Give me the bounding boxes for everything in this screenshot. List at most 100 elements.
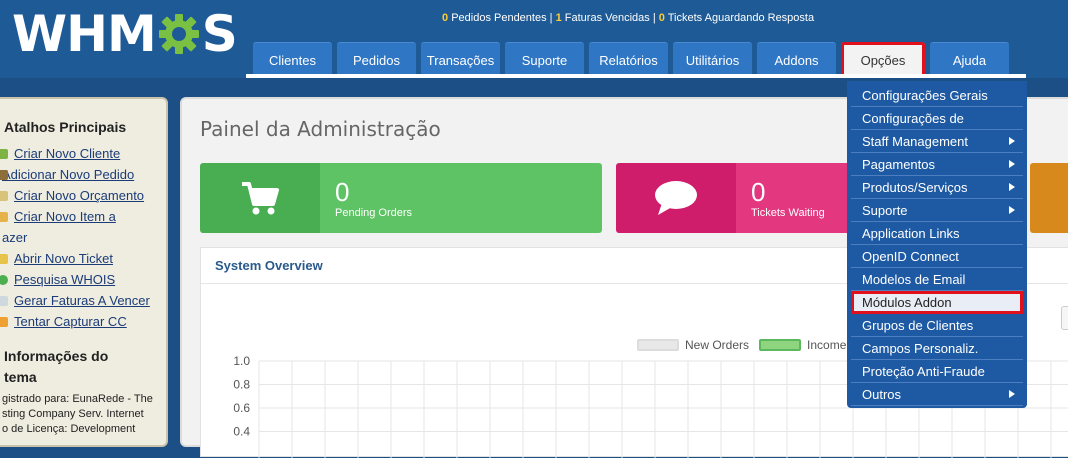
pending-orders-count[interactable]: 0 xyxy=(442,12,448,24)
menu-item-label: Módulos Addon xyxy=(862,295,952,310)
menu-item-application-links[interactable]: Application Links xyxy=(851,222,1023,245)
ticket-icon xyxy=(0,254,8,264)
shortcut-label: Tentar Capturar CC xyxy=(14,314,127,329)
shortcut-label: Criar Novo Cliente xyxy=(14,146,121,161)
pending-orders-text: 0 Pending Orders xyxy=(320,163,602,233)
menu-item-suporte[interactable]: Suporte xyxy=(851,199,1023,222)
shortcut-new-client[interactable]: Criar Novo Cliente xyxy=(0,143,166,164)
shortcut-label: Gerar Faturas A Vencer xyxy=(14,293,150,308)
menu-item-label: OpenID Connect xyxy=(862,248,959,264)
tab-utilitarios[interactable]: Utilitários xyxy=(673,42,752,78)
pending-orders-card[interactable]: 0 Pending Orders xyxy=(200,163,602,233)
tickets-awaiting-link[interactable]: Tickets Aguardando Resposta xyxy=(668,12,814,24)
pending-orders-value: 0 xyxy=(335,177,350,207)
tickets-waiting-card[interactable]: 0 Tickets Waiting xyxy=(616,163,876,233)
shortcut-whois[interactable]: Pesquisa WHOIS xyxy=(0,269,166,290)
shortcut-new-order[interactable]: Adicionar Novo Pedido xyxy=(0,164,166,185)
options-dropdown-menu: Configurações Gerais Configurações de Staf… xyxy=(847,81,1027,408)
quote-icon xyxy=(0,191,8,201)
invoice-icon xyxy=(0,296,8,306)
menu-item-label: Modelos de Email xyxy=(862,271,966,287)
tab-addons[interactable]: Addons xyxy=(757,42,836,78)
menu-item-campos-personaliz[interactable]: Campos Personaliz. xyxy=(851,337,1023,360)
submenu-arrow-icon xyxy=(1009,137,1015,145)
y-tick-label: 0.6 xyxy=(233,401,250,415)
third-stat-card[interactable] xyxy=(1030,163,1068,233)
user-add-icon xyxy=(0,149,8,159)
shortcut-new-ticket[interactable]: Abrir Novo Ticket xyxy=(0,248,166,269)
shortcut-label: Adicionar Novo Pedido xyxy=(2,167,135,182)
sidebar: Atalhos Principais Criar Novo Cliente Ad… xyxy=(0,97,168,447)
pending-orders-link[interactable]: Pedidos Pendentes xyxy=(451,12,546,24)
menu-item-label: Grupos de Clientes xyxy=(862,317,974,333)
shortcut-new-quote[interactable]: Criar Novo Orçamento xyxy=(0,185,166,206)
separator: | xyxy=(652,12,656,24)
menu-item-staff-management[interactable]: Staff Management xyxy=(851,130,1023,153)
system-info: gistrado para: EunaRede - The sting Comp… xyxy=(2,392,166,437)
cart-icon-zone xyxy=(200,163,320,233)
menu-item-modelos-de-email[interactable]: Modelos de Email xyxy=(851,268,1023,291)
shopping-cart-icon xyxy=(242,182,279,215)
tickets-count[interactable]: 0 xyxy=(659,12,665,24)
menu-item-outros[interactable]: Outros xyxy=(851,383,1023,406)
menu-item-label: Suporte xyxy=(862,202,908,218)
menu-item-modulos-addon[interactable]: Módulos Addon xyxy=(851,291,1023,314)
tab-opcoes[interactable]: Opções xyxy=(841,42,925,78)
y-tick-label: 0.8 xyxy=(233,378,250,392)
menu-item-label: Pagamentos xyxy=(862,156,935,172)
shortcut-generate-invoices[interactable]: Gerar Faturas A Vencer xyxy=(0,290,166,311)
info-title-line1: Informações do xyxy=(4,348,109,364)
shortcut-capture-cc[interactable]: Tentar Capturar CC xyxy=(0,311,166,332)
shortcut-label: Abrir Novo Ticket xyxy=(14,251,113,266)
menu-item-label: Produtos/Serviços xyxy=(862,179,968,195)
menu-item-protecao-anti-fraude[interactable]: Proteção Anti-Fraude xyxy=(851,360,1023,383)
header: WHM S 0 Pedidos Pendentes | 1 Faturas Ve… xyxy=(0,0,1068,78)
menu-item-grupos-de-clientes[interactable]: Grupos de Clientes xyxy=(851,314,1023,337)
tab-transacoes[interactable]: Transações xyxy=(421,42,500,78)
tab-pedidos[interactable]: Pedidos xyxy=(337,42,416,78)
main-nav: Clientes Pedidos Transações Suporte Rela… xyxy=(253,42,1009,78)
pending-orders-label: Pending Orders xyxy=(335,207,413,219)
status-bar: 0 Pedidos Pendentes | 1 Faturas Vencidas… xyxy=(442,12,814,24)
menu-item-configuracoes-de[interactable]: Configurações de xyxy=(851,107,1023,130)
speech-bubble-icon xyxy=(655,181,697,215)
y-tick-label: 1.0 xyxy=(233,354,250,368)
shortcuts-title: Atalhos Principais xyxy=(4,119,127,135)
separator: | xyxy=(549,12,553,24)
shortcut-new-todo[interactable]: Criar Novo Item a xyxy=(0,206,166,227)
whmcs-logo[interactable]: WHM S xyxy=(12,5,238,63)
menu-item-label: Application Links xyxy=(862,225,960,241)
tab-suporte[interactable]: Suporte xyxy=(505,42,584,78)
shortcut-label: Criar Novo Item a xyxy=(14,209,116,224)
shortcuts-list: Criar Novo Cliente Adicionar Novo Pedido… xyxy=(0,143,166,332)
info-line: gistrado para: EunaRede - The xyxy=(2,393,153,405)
globe-icon xyxy=(0,275,8,285)
menu-item-openid-connect[interactable]: OpenID Connect xyxy=(851,245,1023,268)
shortcut-new-todo-cont[interactable]: azer xyxy=(0,227,166,248)
menu-item-configuracoes-gerais[interactable]: Configurações Gerais xyxy=(851,84,1023,107)
submenu-arrow-icon xyxy=(1009,390,1015,398)
overdue-invoices-count[interactable]: 1 xyxy=(556,12,562,24)
system-info-title: Informações do tema xyxy=(4,346,166,388)
tab-ajuda[interactable]: Ajuda xyxy=(930,42,1009,78)
tab-relatorios[interactable]: Relatórios xyxy=(589,42,668,78)
chart-period-button[interactable] xyxy=(1061,306,1068,330)
tab-clientes[interactable]: Clientes xyxy=(253,42,332,78)
y-tick-label: 0.4 xyxy=(233,425,250,439)
info-line: o de Licença: Development xyxy=(2,423,136,435)
overdue-invoices-link[interactable]: Faturas Vencidas xyxy=(565,12,650,24)
menu-item-label: Staff Management xyxy=(862,133,968,149)
submenu-arrow-icon xyxy=(1009,183,1015,191)
gear-logo-icon xyxy=(158,14,199,54)
submenu-arrow-icon xyxy=(1009,160,1015,168)
page-title: Painel da Administração xyxy=(200,117,441,141)
credit-card-icon xyxy=(0,317,8,327)
menu-item-label: Campos Personaliz. xyxy=(862,340,979,356)
logo-text-left: WHM xyxy=(12,5,157,63)
menu-item-pagamentos[interactable]: Pagamentos xyxy=(851,153,1023,176)
submenu-arrow-icon xyxy=(1009,206,1015,214)
chat-icon-zone xyxy=(616,163,736,233)
logo-text-right: S xyxy=(201,5,238,63)
nav-underline xyxy=(246,74,1026,78)
menu-item-produtos-servicos[interactable]: Produtos/Serviços xyxy=(851,176,1023,199)
